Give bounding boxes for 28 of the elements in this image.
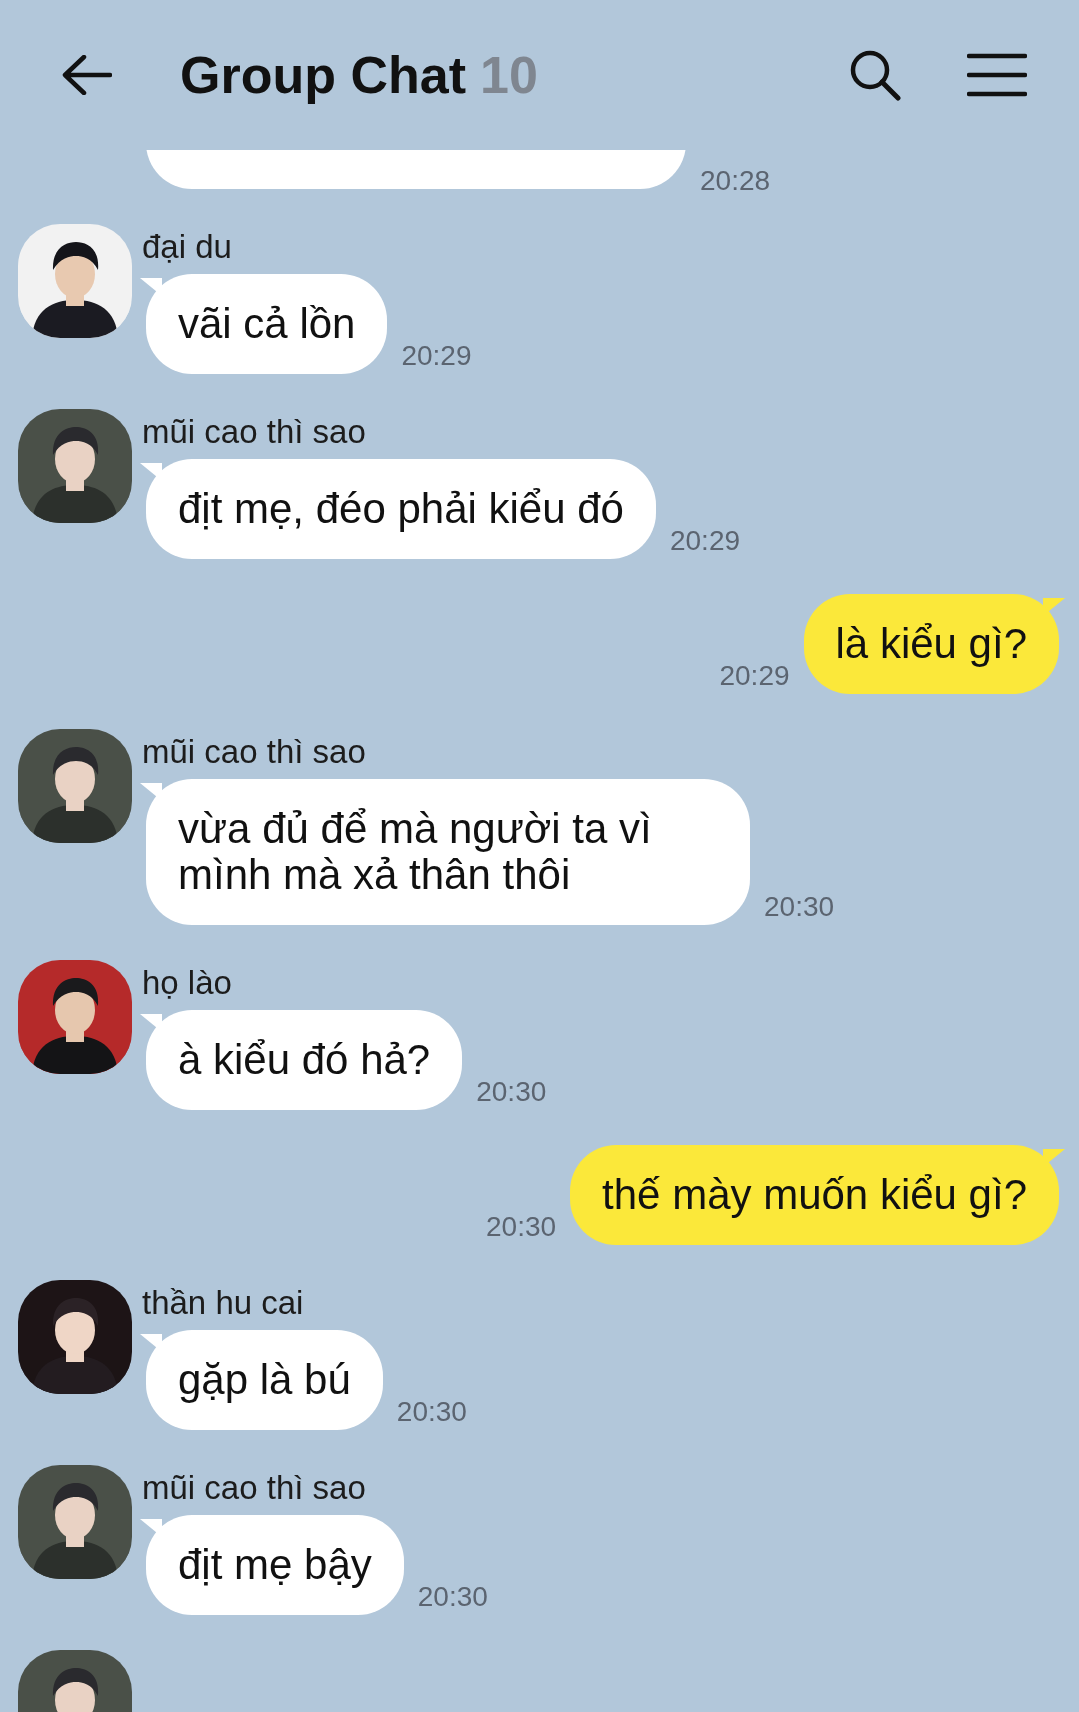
sender-name: đại du: [142, 227, 233, 267]
chat-title: Group Chat: [180, 45, 466, 105]
timestamp: 20:29: [401, 340, 472, 372]
message-bubble: thế mày muốn kiểu gì?: [570, 1145, 1065, 1245]
back-arrow-icon[interactable]: [62, 55, 112, 95]
message-bubble: địt mẹ bậy: [140, 1515, 404, 1615]
member-count: 10: [480, 45, 538, 105]
menu-icon[interactable]: [967, 53, 1027, 97]
timestamp: 20:30: [396, 1396, 467, 1428]
timestamp: 20:30: [764, 891, 835, 923]
sender-name: họ lào: [142, 963, 233, 1003]
sender-name: mũi cao thì sao: [142, 412, 367, 452]
timestamp: 20:30: [486, 1211, 557, 1243]
sender-name: mũi cao thì sao: [142, 732, 367, 772]
timestamp: 20:30: [476, 1076, 547, 1108]
timestamp: 20:30: [417, 1581, 488, 1613]
timestamp: 20:29: [719, 660, 790, 692]
timestamp: 20:28: [700, 165, 771, 197]
message-bubble: địt mẹ, đéo phải kiểu đó: [140, 459, 656, 559]
search-icon[interactable]: [849, 49, 901, 101]
message-bubble: là kiểu gì?: [803, 594, 1065, 694]
timestamp: 20:29: [669, 525, 741, 557]
sender-name: thần hu cai: [142, 1283, 305, 1323]
message-bubble: vãi cả lồn: [140, 274, 388, 374]
message-bubble: gặp là bú: [140, 1330, 383, 1430]
message-bubble: vừa đủ để mà người ta vì mình mà xả thân thôi: [140, 779, 750, 925]
message-bubble: à kiểu đó hả?: [140, 1010, 463, 1110]
sender-name: mũi cao thì sao: [142, 1468, 367, 1508]
